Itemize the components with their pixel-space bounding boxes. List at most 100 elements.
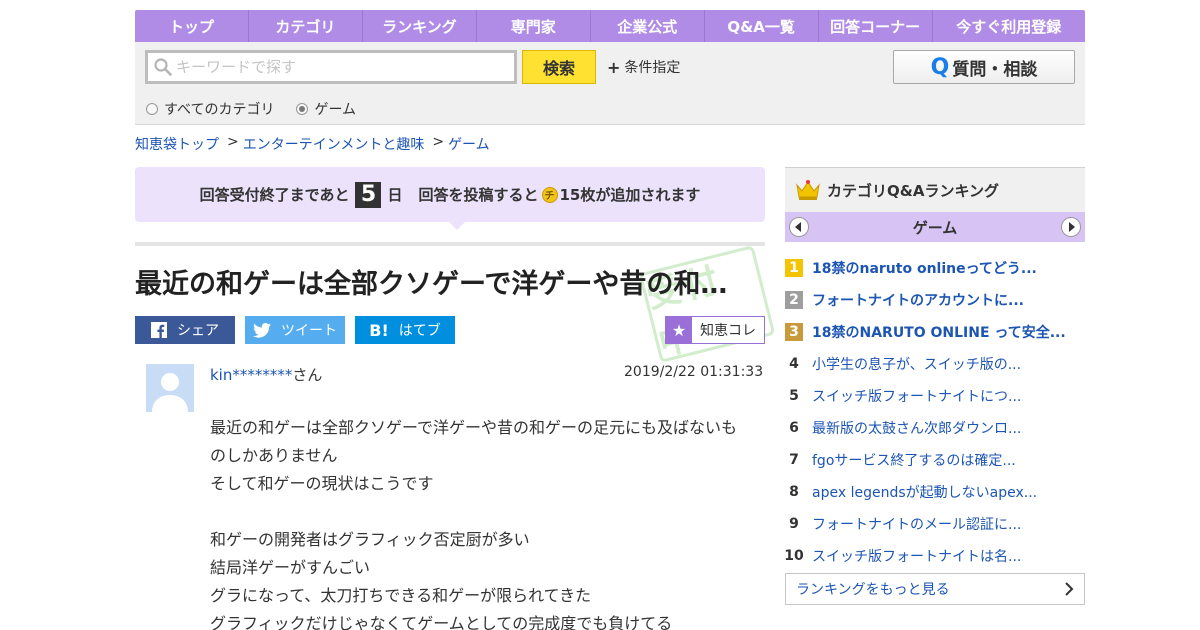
rank-number: 4	[789, 356, 799, 372]
ranking-item[interactable]: 10 スイッチ版フォートナイトは名...	[784, 540, 1085, 572]
ranking-link[interactable]: スイッチ版フォートナイトは名...	[812, 546, 1021, 566]
question-author: kin********さん	[210, 364, 322, 385]
ranking-item[interactable]: 3 18禁のNARUTO ONLINE って安全...	[785, 316, 1085, 348]
crown-icon	[796, 180, 820, 200]
rank-number: 3	[785, 323, 803, 341]
ranking-link[interactable]: 最新版の太鼓さん次郎ダウンロ...	[812, 418, 1021, 438]
notice-day-unit: 日	[387, 186, 403, 204]
twitter-share-button[interactable]: ツイート	[245, 316, 345, 344]
body-line: グラフィックだけじゃなくてゲームとしての完成度でも負けてる	[210, 614, 673, 630]
global-nav: トップ カテゴリ ランキング 専門家 企業公式 Q&A一覧 回答コーナー 今すぐ…	[135, 10, 1085, 42]
facebook-share-label: シェア	[177, 323, 219, 339]
search-area: 検索 + 条件指定 Q 質問・相談 すべてのカテゴリ ゲーム	[135, 42, 1085, 125]
radio-label: すべてのカテゴリ	[164, 102, 275, 118]
author-suffix: さん	[292, 366, 323, 384]
search-input[interactable]	[176, 58, 496, 76]
ranking-link[interactable]: フォートナイトのアカウントに...	[812, 290, 1024, 310]
ranking-header: カテゴリQ&Aランキング	[785, 167, 1085, 212]
nav-answer-corner[interactable]: 回答コーナー	[819, 10, 933, 42]
nav-qa-list[interactable]: Q&A一覧	[705, 10, 819, 42]
radio-all-categories[interactable]: すべてのカテゴリ	[146, 99, 274, 119]
rank-number: 7	[789, 452, 799, 468]
nav-register[interactable]: 今すぐ利用登録	[933, 10, 1085, 42]
radio-dot	[146, 103, 158, 115]
ranking-item[interactable]: 5 スイッチ版フォートナイトにつ...	[785, 380, 1085, 412]
ask-question-button[interactable]: Q 質問・相談	[893, 50, 1075, 84]
ranking-link[interactable]: スイッチ版フォートナイトにつ...	[812, 386, 1021, 406]
search-button[interactable]: 検索	[522, 50, 596, 84]
notice-prefix: 回答受付終了まであと	[199, 186, 350, 204]
ranking-link[interactable]: フォートナイトのメール認証に...	[812, 514, 1021, 534]
nav-experts[interactable]: 専門家	[477, 10, 591, 42]
chevron-right-icon	[1069, 222, 1075, 232]
breadcrumb-separator: >	[227, 134, 239, 150]
notice-suffix: 15枚が追加されます	[559, 186, 701, 204]
ranking-link[interactable]: apex legendsが起動しないapex...	[812, 482, 1037, 502]
breadcrumb-link-top[interactable]: 知恵袋トップ	[135, 134, 219, 154]
plus-icon: +	[607, 57, 621, 77]
ranking-category-label: ゲーム	[912, 218, 958, 237]
ask-question-label: 質問・相談	[952, 59, 1038, 80]
chie-collection-button[interactable]: ★ 知恵コレ	[665, 316, 765, 344]
answer-deadline-notice: 回答受付終了まであと 5 日 回答を投稿すると チ 15枚が追加されます	[135, 167, 765, 230]
ranking-item[interactable]: 4 小学生の息子が、スイッチ版の...	[785, 348, 1085, 380]
facebook-icon	[151, 322, 167, 338]
twitter-icon	[253, 322, 271, 338]
ranking-item[interactable]: 9 フォートナイトのメール認証に...	[785, 508, 1085, 540]
question-datetime: 2019/2/22 01:31:33	[624, 364, 764, 380]
divider	[135, 242, 765, 246]
notice-middle: 回答を投稿すると	[418, 186, 539, 204]
body-line: 和ゲーの開発者はグラフィック否定厨が多い	[210, 530, 530, 549]
question-body: 最近の和ゲーは全部クソゲーで洋ゲーや昔の和ゲーの足元にも及ばないも のしかありま…	[210, 414, 755, 630]
radio-label: ゲーム	[314, 102, 357, 118]
search-conditions-button[interactable]: + 条件指定	[607, 57, 680, 77]
ranking-link[interactable]: 18禁のnaruto onlineってどう...	[812, 258, 1037, 278]
coin-icon: チ	[541, 186, 558, 203]
breadcrumb-link-game[interactable]: ゲーム	[448, 134, 490, 154]
hatena-bookmark-label: はてブ	[398, 323, 441, 339]
twitter-share-label: ツイート	[281, 323, 337, 339]
ranking-item[interactable]: 7 fgoサービス終了するのは確定...	[785, 444, 1085, 476]
hatena-bookmark-button[interactable]: B! はてブ	[355, 316, 455, 344]
question-title: 最近の和ゲーは全部クソゲーで洋ゲーや昔の和…	[135, 269, 728, 300]
search-icon	[154, 58, 172, 76]
rank-number: 10	[784, 548, 804, 564]
ranking-more-link[interactable]: ランキングをもっと見る	[785, 573, 1085, 605]
rank-number: 2	[785, 291, 803, 309]
radio-dot-selected	[296, 103, 309, 115]
body-line: 最近の和ゲーは全部クソゲーで洋ゲーや昔の和ゲーの足元にも及ばないも	[210, 418, 738, 437]
nav-ranking[interactable]: ランキング	[363, 10, 477, 42]
ranking-link[interactable]: fgoサービス終了するのは確定...	[812, 450, 1016, 470]
rank-number: 9	[789, 516, 799, 532]
avatar[interactable]	[146, 364, 194, 412]
ranking-item[interactable]: 2 フォートナイトのアカウントに...	[785, 284, 1085, 316]
hatena-bookmark-icon: B!	[369, 320, 389, 340]
radio-game-category[interactable]: ゲーム	[296, 99, 356, 119]
ranking-prev-button[interactable]	[789, 217, 809, 237]
notice-days: 5	[355, 181, 382, 208]
ranking-item[interactable]: 1 18禁のnaruto onlineってどう...	[785, 252, 1085, 284]
ranking-item[interactable]: 6 最新版の太鼓さん次郎ダウンロ...	[785, 412, 1085, 444]
breadcrumb: 知恵袋トップ > エンターテインメントと趣味 > ゲーム	[135, 134, 490, 154]
chie-collection-label: 知恵コレ	[700, 323, 756, 339]
facebook-share-button[interactable]: シェア	[135, 316, 235, 344]
rank-number: 5	[789, 388, 799, 404]
breadcrumb-link-entertainment[interactable]: エンターテインメントと趣味	[243, 134, 425, 154]
chevron-left-icon	[795, 222, 801, 232]
nav-top[interactable]: トップ	[135, 10, 249, 42]
ranking-item[interactable]: 8 apex legendsが起動しないapex...	[785, 476, 1085, 508]
ranking-category-bar: ゲーム	[785, 212, 1085, 242]
ranking-more-label: ランキングをもっと見る	[796, 582, 950, 598]
nav-official[interactable]: 企業公式	[591, 10, 705, 42]
nav-category[interactable]: カテゴリ	[249, 10, 363, 42]
search-box	[145, 50, 517, 84]
ranking-heading: カテゴリQ&Aランキング	[827, 181, 999, 200]
ranking-link[interactable]: 小学生の息子が、スイッチ版の...	[812, 354, 1021, 374]
ranking-list: 1 18禁のnaruto onlineってどう... 2 フォートナイトのアカウント…	[784, 252, 1085, 572]
ranking-link[interactable]: 18禁のNARUTO ONLINE って安全...	[812, 322, 1066, 342]
chevron-right-icon	[1065, 582, 1074, 596]
author-link[interactable]: kin********	[210, 366, 292, 384]
rank-number: 1	[785, 259, 803, 277]
default-user-icon	[146, 364, 194, 412]
ranking-next-button[interactable]	[1061, 217, 1081, 237]
